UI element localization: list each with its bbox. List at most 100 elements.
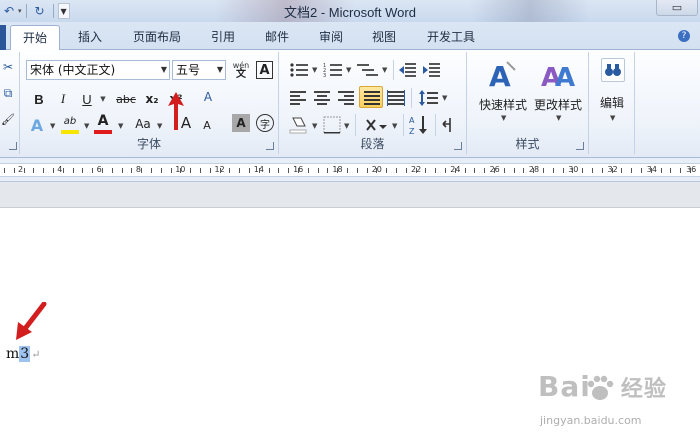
chevron-down-icon[interactable]: ▼ [157, 122, 162, 130]
font-color-button[interactable]: A [94, 112, 112, 130]
ruler-tick [592, 168, 593, 173]
show-hide-marks-button[interactable] [439, 114, 455, 136]
borders-icon[interactable] [323, 116, 341, 134]
font-group: 宋体 (中文正文) ▼ 五号 ▼ wén 文 A B I U ▼ abc x₂ … [20, 52, 279, 154]
editing-label: 编辑 [599, 96, 624, 110]
chevron-down-icon[interactable]: ▼ [344, 122, 349, 130]
line-spacing-icon[interactable] [419, 90, 439, 106]
help-icon[interactable]: ? [678, 30, 690, 42]
tab-view[interactable]: 视图 [362, 25, 406, 50]
tab-references[interactable]: 引用 [201, 25, 245, 50]
chinese-layout-icon[interactable] [365, 116, 389, 134]
ruler-tick [425, 168, 427, 173]
multilevel-list-icon[interactable] [357, 62, 379, 78]
horizontal-ruler[interactable]: 24681012141618202224262830323436 [0, 158, 700, 182]
tab-page-layout[interactable]: 页面布局 [124, 25, 190, 50]
chevron-down-icon: ▼ [556, 114, 562, 122]
clear-formatting-button[interactable]: A [198, 87, 218, 107]
ruler-tick [366, 168, 368, 173]
chevron-down-icon[interactable]: ▼ [312, 66, 317, 74]
chevron-down-icon: ▼ [501, 114, 507, 122]
ruler-tick [151, 168, 152, 173]
ruler-tick [219, 168, 221, 173]
styles-dialog-launcher-icon[interactable] [576, 142, 584, 150]
quick-styles-button[interactable]: A 快速样式 ▼ [473, 56, 529, 128]
chevron-down-icon[interactable]: ▼ [382, 66, 387, 74]
chevron-down-icon: ▼ [100, 95, 106, 103]
document-paragraph[interactable]: m3 ↵ [6, 346, 40, 362]
format-painter-icon[interactable]: 🖌 [0, 110, 16, 128]
align-left-icon[interactable] [289, 90, 307, 106]
paragraph-dialog-launcher-icon[interactable] [454, 142, 462, 150]
font-name-combo[interactable]: 宋体 (中文正文) ▼ [26, 60, 170, 80]
ruler-tick [464, 168, 466, 173]
highlight-button[interactable]: ab [60, 112, 80, 130]
cut-icon[interactable]: ✂ [0, 58, 16, 76]
chevron-down-icon[interactable]: ▼ [392, 122, 397, 130]
chevron-down-icon[interactable]: ▼ [118, 122, 123, 130]
character-shading-button[interactable]: A [232, 114, 250, 132]
subscript-button[interactable]: x₂ [142, 89, 162, 109]
character-border-button[interactable]: A [256, 61, 273, 79]
italic-button[interactable]: I [54, 89, 72, 109]
ruler-tick [494, 168, 495, 173]
align-right-icon[interactable] [337, 90, 355, 106]
chevron-down-icon[interactable]: ▼ [312, 122, 317, 130]
ruler-tick [690, 168, 691, 173]
chevron-down-icon[interactable]: ▼ [50, 122, 55, 130]
tab-mailings[interactable]: 邮件 [255, 25, 299, 50]
ruler-tick [239, 168, 241, 173]
tab-review[interactable]: 审阅 [309, 25, 353, 50]
file-tab[interactable] [0, 25, 6, 50]
chevron-down-icon[interactable]: ▼ [346, 66, 351, 74]
ruler-tick [53, 168, 54, 173]
font-dialog-launcher-icon[interactable] [266, 142, 274, 150]
copy-icon[interactable]: ⧉ [0, 84, 16, 102]
underline-button[interactable]: U [78, 89, 96, 109]
underline-dropdown[interactable]: ▼ [97, 89, 107, 109]
ruler-number: 36 [686, 165, 697, 174]
selected-text[interactable]: 3 [19, 346, 31, 362]
font-size-combo[interactable]: 五号 ▼ [172, 60, 226, 80]
change-styles-button[interactable]: A A 更改样式 ▼ [529, 56, 587, 128]
strikethrough-button[interactable]: abc [114, 89, 138, 109]
ruler-number: 6 [96, 165, 102, 174]
tab-developer[interactable]: 开发工具 [418, 25, 484, 50]
enclose-characters-button[interactable]: 字 [256, 114, 274, 132]
change-case-button[interactable]: Aa [132, 114, 154, 134]
watermark-site: jingyan.baidu.com [540, 414, 642, 427]
tab-home[interactable]: 开始 [10, 25, 60, 51]
ruler-tick [621, 168, 623, 173]
chevron-down-icon[interactable]: ▼ [442, 94, 447, 102]
decrease-indent-icon[interactable] [399, 62, 417, 78]
shading-icon[interactable] [289, 116, 309, 134]
ruler-number: 4 [57, 165, 63, 174]
numbering-icon[interactable]: 1 2 3 [323, 62, 343, 78]
phonetic-guide-button[interactable]: wén 文 [230, 60, 252, 80]
editing-group: 编辑 ▼ [589, 52, 635, 154]
tab-insert[interactable]: 插入 [68, 25, 112, 50]
svg-text:3: 3 [323, 73, 326, 78]
ruler-tick [396, 168, 397, 173]
justify-button[interactable] [359, 86, 383, 108]
shrink-font-button[interactable]: A [200, 116, 214, 134]
distributed-icon[interactable] [387, 90, 405, 106]
sort-icon[interactable]: A Z [409, 114, 429, 136]
ruler-tick [337, 168, 339, 173]
editing-button[interactable]: 编辑 ▼ [593, 56, 631, 136]
bullets-icon[interactable] [289, 62, 309, 78]
ruler-tick [170, 168, 172, 173]
ruler-tick [543, 168, 544, 173]
ruler-tick [523, 168, 525, 173]
text-effects-button[interactable]: A [28, 114, 46, 136]
styles-group-label: 样式 [515, 137, 540, 151]
chevron-down-icon[interactable]: ▼ [84, 122, 89, 130]
clipboard-launcher-icon[interactable] [9, 142, 17, 150]
clipboard-group: ✂ ⧉ 🖌 [0, 52, 20, 154]
ruler-tick [552, 168, 554, 173]
increase-indent-icon[interactable] [423, 62, 441, 78]
bold-button[interactable]: B [30, 89, 48, 109]
align-center-icon[interactable] [313, 90, 331, 106]
restore-window-button[interactable]: ▭ [656, 0, 698, 16]
font-size-value: 五号 [176, 63, 201, 77]
